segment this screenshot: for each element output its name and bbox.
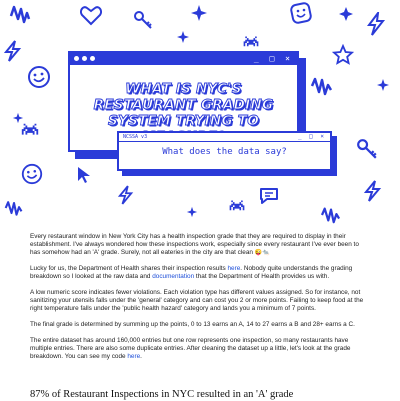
lightning-icon [4,40,22,62]
paragraph-text: Lucky for us, the Department of Health s… [30,265,228,272]
paragraph-intro-text: Every restaurant window in New York City… [30,233,359,256]
scribble-icon [320,206,342,224]
paragraph-text: that the Department of Health provides u… [194,273,330,280]
sparkle-icon [338,6,354,22]
key-icon [133,10,153,30]
documentation-link[interactable]: documentation [152,273,194,280]
smiley-icon [26,64,52,90]
page-subtitle: What does the data say? [162,147,287,157]
lightning-icon [364,180,382,202]
subtitle-window-label: NCSSA v3 [123,134,148,140]
scribble-icon [4,198,24,218]
scribble-icon [310,76,334,96]
subtitle-window-controls[interactable]: _ □ × [298,133,326,141]
scribble-icon [8,4,32,28]
paragraph-scoring: A low numeric score indicates fewer viol… [30,289,364,312]
window-controls[interactable]: _ □ × [254,53,293,65]
paragraph-text: The entire dataset has around 160,000 en… [30,337,351,360]
sparkle-icon [186,206,198,218]
subtitle-window: NCSSA v3 _ □ × What does the data say? [117,131,332,171]
sparkle-icon [376,78,390,92]
star-icon [332,44,354,66]
code-link[interactable]: here [127,353,140,360]
sparkle-icon [190,4,208,22]
subtitle-window-bar: NCSSA v3 _ □ × [119,133,330,142]
smiley-icon [290,2,312,24]
smiley-icon [20,162,44,186]
key-icon [356,138,378,160]
sparkle-icon [176,30,190,44]
paragraph-grades: The final grade is determined by summing… [30,321,355,328]
emoji-text: 😜🐀 [254,250,270,256]
section-heading: 87% of Restaurant Inspections in NYC res… [30,389,294,400]
paragraph-dataset: The entire dataset has around 160,000 en… [30,337,370,361]
window-dots-icon [74,56,95,61]
hero-banner: _ □ × What is NYC's restaurant grading s… [0,0,400,228]
chat-bubble-icon [258,186,280,206]
space-invader-icon [228,200,246,214]
paragraph-intro: Every restaurant window in New York City… [30,233,370,257]
article-body: Every restaurant window in New York City… [30,233,370,369]
paragraph-text: . [140,353,142,360]
heart-icon [80,6,102,26]
cursor-icon [76,166,92,184]
lightning-icon [366,12,386,36]
title-window-bar: _ □ × [70,53,297,65]
data-link[interactable]: here [228,265,241,272]
paragraph-data-source: Lucky for us, the Department of Health s… [30,265,370,281]
space-invader-icon [20,123,40,139]
lightning-icon [118,184,134,206]
space-invader-icon [242,36,260,50]
